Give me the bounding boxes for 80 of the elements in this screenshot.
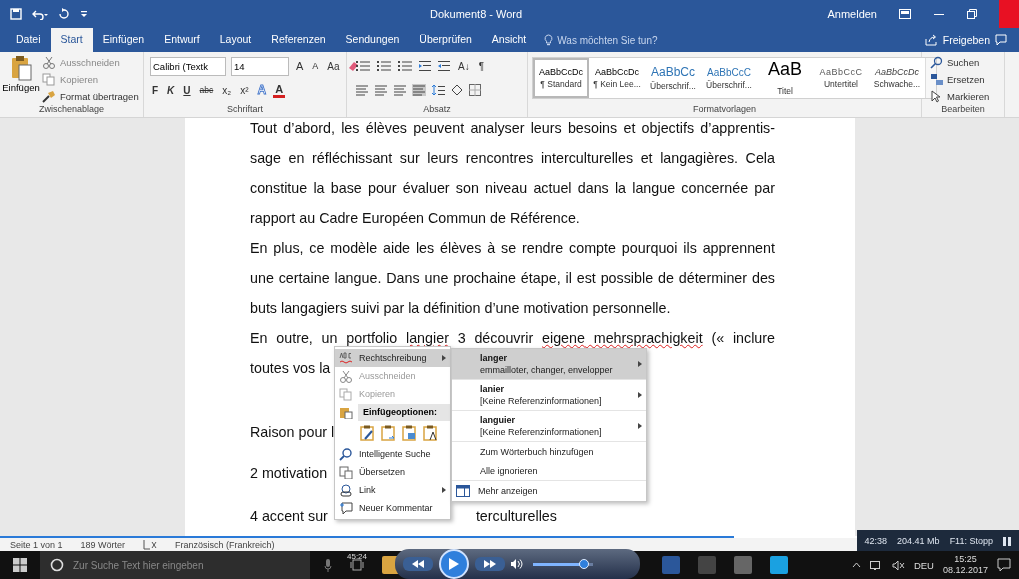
document-text: sage en réfléchissant sur leurs rencontres interculturelles et langagières. Cela xyxy=(250,149,775,168)
menu-header: Einfügeoptionen: xyxy=(358,403,450,421)
menu-item[interactable]: Mehr anzeigen xyxy=(478,486,538,496)
editing-button[interactable]: Ersetzen xyxy=(930,72,990,87)
ribbon-tab[interactable]: Sendungen xyxy=(335,28,410,52)
clock-time[interactable]: 15:25 xyxy=(954,554,977,565)
style-option[interactable]: AaBbCcC Untertitel xyxy=(813,58,869,98)
document-text: rapport au Cadre Européen Commun de Référence. xyxy=(250,209,580,228)
clock-date[interactable]: 08.12.2017 xyxy=(942,565,988,576)
ribbon-tab[interactable]: Entwurf xyxy=(154,28,210,52)
paste-button[interactable]: Einfügen xyxy=(4,55,38,104)
shrink-font-button[interactable]: A xyxy=(310,61,321,71)
document-text: une certaine langue. Dans une prochaine étape, il est possible de déterminer des xyxy=(250,269,775,288)
document-text: 4 accent sur xyxy=(250,507,328,526)
elapsed-time: 45:24 xyxy=(347,552,368,561)
style-option[interactable]: AaBbCcDc Schwache... xyxy=(869,58,925,98)
share-button[interactable]: Freigeben xyxy=(942,34,990,46)
ribbon-tab[interactable]: Ansicht xyxy=(481,28,537,52)
suggestion-item[interactable]: langer emmailloter, changer, envelopper xyxy=(452,349,646,380)
format-button[interactable]: K xyxy=(165,84,177,96)
file-size: 204.41 Mb xyxy=(897,536,940,546)
ribbon-tab[interactable]: Layout xyxy=(209,28,262,52)
ribbon-tab[interactable]: Referenzen xyxy=(261,28,336,52)
style-option[interactable]: AaBbCc Überschrif... xyxy=(645,58,701,98)
clipboard-button[interactable]: Format übertragen xyxy=(42,89,139,104)
language-indicator[interactable]: Französisch (Frankreich) xyxy=(175,539,275,550)
menu-item[interactable]: Neuer Kommentar xyxy=(335,499,450,517)
ribbon-tab[interactable]: Überprüfen xyxy=(409,28,482,52)
format-button[interactable]: x₂ xyxy=(220,84,234,96)
recording-time: 42:38 xyxy=(864,536,888,546)
menu-item[interactable]: Übersetzen xyxy=(335,463,450,481)
tell-me-field[interactable]: Was möchten Sie tun? xyxy=(557,34,658,46)
ribbon-tab[interactable]: Start xyxy=(50,28,93,52)
format-button[interactable]: abc xyxy=(197,85,216,95)
document-text: constitue la base pour évaluer son niveau actuel dans la langue concernée par xyxy=(250,179,775,198)
editing-button[interactable]: Suchen xyxy=(930,55,990,70)
keyboard-language[interactable]: DEU xyxy=(913,559,934,571)
menu-item[interactable]: Link xyxy=(335,481,450,499)
format-button[interactable]: U xyxy=(181,84,193,96)
menu-item[interactable]: Alle ignorieren xyxy=(452,461,646,480)
document-text: En outre, un portfolio langier 3 découvrir eigene mehrsprachigkeit (« inclure xyxy=(250,329,775,348)
taskbar-search-field[interactable]: Zur Suche Text hier eingeben xyxy=(40,551,310,579)
style-option[interactable]: AaBbCcDc ¶ Kein Lee... xyxy=(589,58,645,98)
font-name-field[interactable]: Calibri (Textk xyxy=(150,56,226,76)
font-size-field[interactable]: 14 xyxy=(231,56,289,76)
sort-button[interactable]: A↓ xyxy=(456,60,472,72)
document-text: Raison pour l xyxy=(250,423,335,442)
style-option[interactable]: AaB Titel xyxy=(757,58,813,98)
document-text: 2 motivation xyxy=(250,464,328,483)
sign-in-link[interactable]: Anmelden xyxy=(827,8,877,20)
document-text: buts langagiers suivi par la définition d’une motivation personnelle. xyxy=(250,299,671,318)
style-option[interactable]: AaBbCcC Überschrif... xyxy=(701,58,757,98)
group-label: Formatvorlagen xyxy=(692,104,757,116)
menu-item[interactable]: Intelligente Suche xyxy=(335,445,450,463)
group-label: Bearbeiten xyxy=(940,104,986,116)
document-text: En plus, ce modèle aide les élèves à se rendre compte pourquoi ils apprennent xyxy=(250,239,775,258)
editing-button[interactable]: Markieren xyxy=(930,89,990,104)
window-title: Dokument8 - Word xyxy=(430,8,524,20)
group-label: Schriftart xyxy=(226,104,264,116)
format-button[interactable]: x² xyxy=(238,84,251,96)
show-marks-button[interactable]: ¶ xyxy=(476,60,487,72)
menu-item[interactable]: Rechtschreibung xyxy=(335,349,450,367)
menu-item[interactable]: Zum Wörterbuch hinzufügen xyxy=(452,442,646,461)
format-button[interactable]: F xyxy=(150,84,161,96)
document-text: toutes vos la xyxy=(250,359,331,378)
document-text: Tout d’abord, les élèves peuvent analyser leurs besoins et objectifs d’apprentis- xyxy=(250,119,775,138)
font-color-button[interactable]: A xyxy=(273,82,286,98)
page-count[interactable]: Seite 1 von 1 xyxy=(10,539,63,550)
word-count[interactable]: 189 Wörter xyxy=(80,539,126,550)
ribbon-tab[interactable]: Einfügen xyxy=(92,28,155,52)
ribbon-tab[interactable]: Datei xyxy=(6,28,51,52)
stop-hint[interactable]: F11: Stopp xyxy=(949,536,993,546)
grow-font-button[interactable]: A xyxy=(294,60,306,72)
group-label: Zwischenablage xyxy=(37,104,105,116)
group-label: Absatz xyxy=(422,104,452,116)
document-text: terculturelles xyxy=(475,507,557,526)
suggestion-item[interactable]: lanier [Keine Referenzinformationen] xyxy=(452,380,646,411)
suggestion-item[interactable]: languier [Keine Referenzinformationen] xyxy=(452,411,646,442)
change-case-button[interactable]: Aa xyxy=(325,60,342,72)
style-option[interactable]: AaBbCcDc ¶ Standard xyxy=(533,58,589,98)
